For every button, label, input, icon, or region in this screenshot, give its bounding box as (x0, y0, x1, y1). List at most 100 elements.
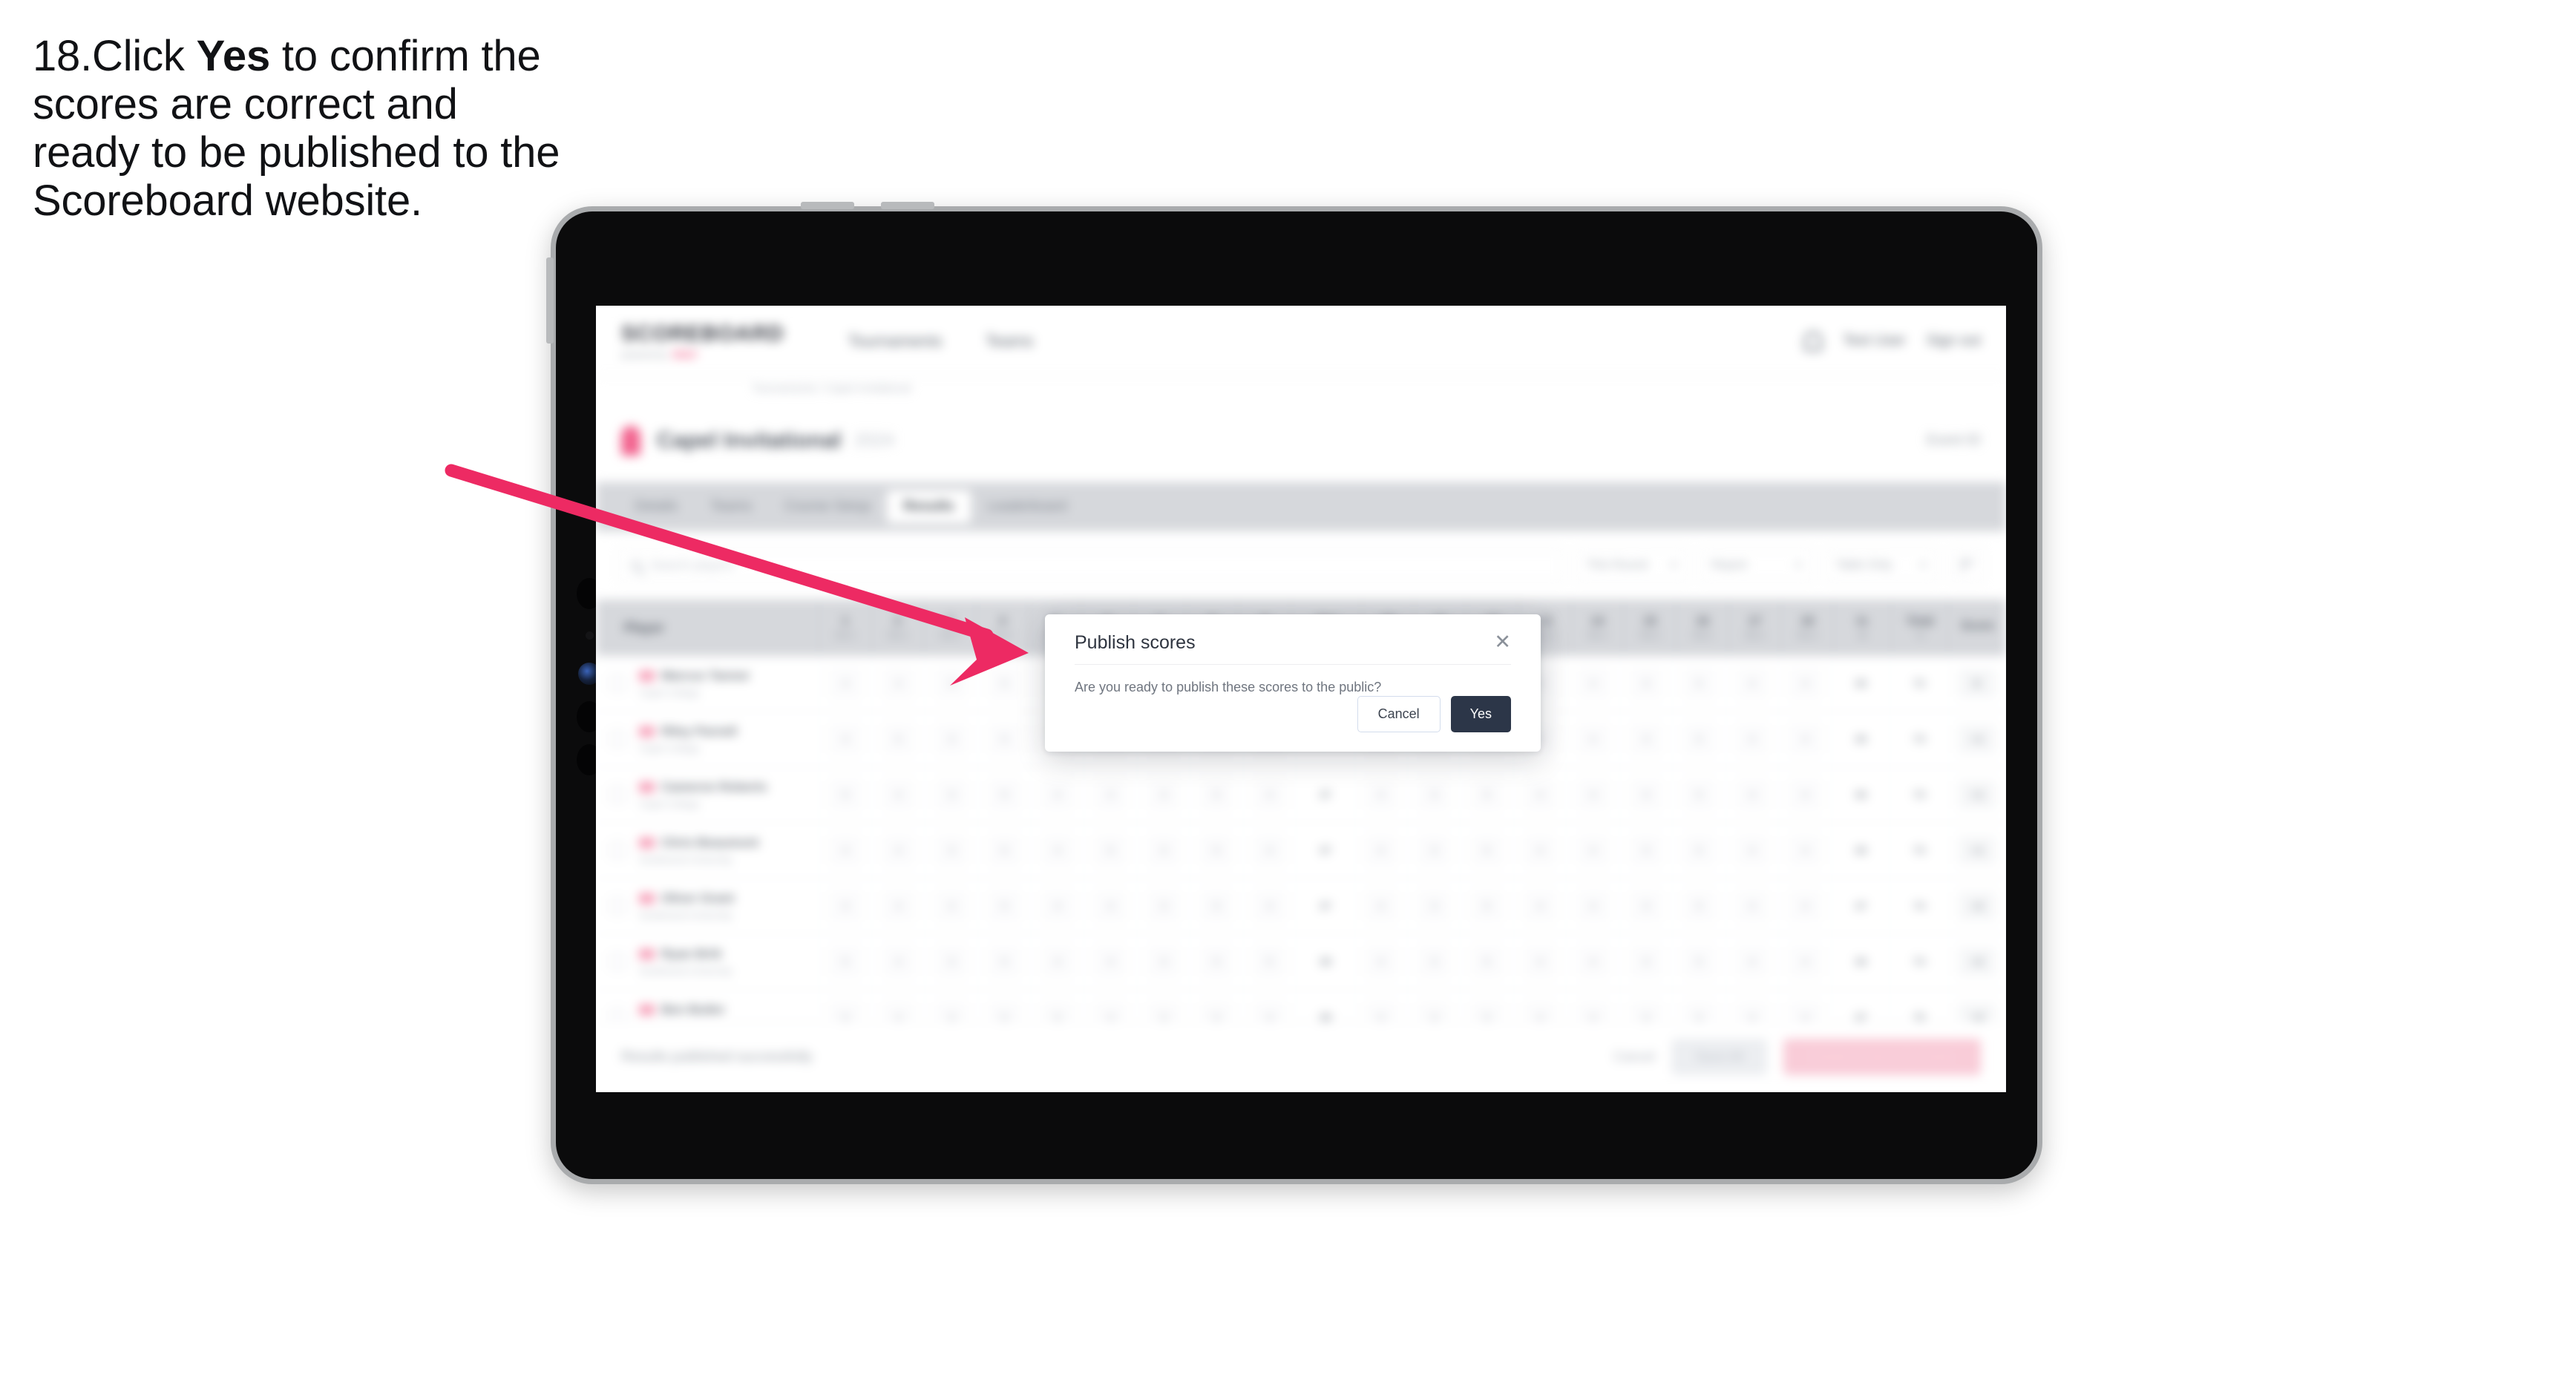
user-label[interactable]: Test User (1843, 332, 1905, 349)
score-cell-in[interactable]: 36 (1831, 823, 1890, 878)
volume-down-button[interactable] (881, 202, 934, 209)
volume-up-button[interactable] (801, 202, 854, 209)
score-cell-in[interactable]: 37 (1831, 878, 1890, 933)
score-cell-hole-12[interactable]: 5 (1460, 767, 1513, 822)
score-cell-hole-14[interactable]: 4 (1566, 878, 1619, 933)
score-cell-hole-13[interactable]: 4 (1513, 934, 1566, 989)
score-cell-total[interactable]: 72 (1890, 656, 1947, 711)
score-cell-hole-15[interactable]: 3 (1619, 712, 1672, 766)
table-row[interactable]: Oliver Grant Southwood University 4 4 4 5 4 4 3 5… (596, 878, 2006, 934)
score-cell-hole-10[interactable]: 4 (1354, 934, 1407, 989)
score-cell-hole-16[interactable]: 5 (1672, 712, 1725, 766)
score-cell-hole-17[interactable]: 4 (1725, 767, 1778, 822)
score-cell-hole-2[interactable]: 5 (871, 712, 924, 766)
score-cell-score[interactable]: +2 (1947, 934, 2006, 989)
row-checkbox-cell[interactable] (596, 767, 639, 822)
score-cell-hole-18[interactable]: 4 (1778, 656, 1831, 711)
score-cell-hole-9[interactable]: 5 (1242, 934, 1296, 989)
row-checkbox[interactable] (609, 897, 626, 915)
row-checkbox[interactable] (609, 730, 626, 748)
score-cell-hole-3[interactable]: 4 (924, 878, 977, 933)
tab-leaderboard[interactable]: Leaderboard (971, 490, 1084, 523)
column-header-hole-17[interactable]: 17 Par 4 (1728, 600, 1781, 656)
tab-results[interactable]: Results (887, 490, 971, 523)
score-cell-hole-12[interactable]: 5 (1460, 878, 1513, 933)
score-cell-score[interactable]: E (1947, 656, 2006, 711)
score-cell-hole-2[interactable]: 4 (871, 767, 924, 822)
view-dropdown[interactable]: Table Only (1825, 548, 1938, 583)
score-cell-hole-11[interactable]: 3 (1407, 767, 1460, 822)
brand-logo[interactable]: SCOREBOARD powered by GOLF (621, 322, 784, 360)
score-cell-hole-17[interactable]: 4 (1725, 712, 1778, 766)
score-cell-hole-14[interactable]: 4 (1566, 823, 1619, 878)
nav-item-tournaments[interactable]: Tournaments (848, 332, 942, 351)
column-header-hole-18[interactable]: 18 Par 4 (1780, 600, 1833, 656)
score-cell-hole-3[interactable]: 3 (924, 823, 977, 878)
score-cell-hole-5[interactable]: 4 (1030, 823, 1084, 878)
score-cell-hole-13[interactable]: 4 (1513, 878, 1566, 933)
score-cell-in[interactable]: 36 (1831, 934, 1890, 989)
column-header-hole-15[interactable]: 15 Par 3 (1623, 600, 1676, 656)
score-cell-hole-4[interactable]: 5 (977, 878, 1030, 933)
score-cell-out[interactable]: 37 (1296, 878, 1354, 933)
column-header-hole-4[interactable]: 4 Par 5 (976, 600, 1029, 656)
tab-details[interactable]: Details (618, 490, 694, 523)
score-cell-hole-8[interactable]: 5 (1190, 934, 1242, 989)
nav-item-teams[interactable]: Teams (986, 332, 1034, 351)
score-cell-hole-2[interactable]: 4 (871, 934, 924, 989)
row-checkbox-cell[interactable] (596, 712, 639, 766)
power-button[interactable] (546, 257, 554, 344)
row-checkbox[interactable] (609, 953, 626, 970)
filter-button[interactable] (1950, 548, 1984, 583)
score-cell-hole-17[interactable]: 4 (1725, 934, 1778, 989)
score-cell-hole-10[interactable]: 4 (1354, 767, 1407, 822)
score-cell-hole-13[interactable]: 4 (1513, 767, 1566, 822)
score-cell-hole-2[interactable]: 4 (871, 656, 924, 711)
score-cell-hole-11[interactable]: 3 (1407, 823, 1460, 878)
column-header-hole-14[interactable]: 14 Par 4 (1570, 600, 1624, 656)
score-cell-hole-8[interactable]: 5 (1190, 767, 1242, 822)
score-cell-hole-7[interactable]: 3 (1136, 934, 1190, 989)
row-checkbox-cell[interactable] (596, 934, 639, 989)
score-cell-hole-14[interactable]: 4 (1566, 934, 1619, 989)
row-checkbox-cell[interactable] (596, 823, 639, 878)
score-cell-hole-5[interactable]: 4 (1030, 934, 1084, 989)
score-cell-hole-4[interactable]: 5 (977, 934, 1030, 989)
score-cell-hole-17[interactable]: 4 (1725, 878, 1778, 933)
score-cell-hole-3[interactable]: 3 (924, 712, 977, 766)
score-cell-hole-6[interactable]: 4 (1084, 767, 1136, 822)
footer-save-button[interactable]: Save All (1671, 1039, 1768, 1075)
search-input[interactable]: Search players (618, 548, 1564, 583)
signout-link[interactable]: Sign out (1927, 332, 1981, 349)
score-cell-hole-11[interactable]: 3 (1407, 934, 1460, 989)
score-cell-in[interactable]: 36 (1831, 767, 1890, 822)
score-cell-hole-18[interactable]: 4 (1778, 823, 1831, 878)
score-cell-hole-15[interactable]: 3 (1619, 767, 1672, 822)
score-cell-score[interactable]: +1 (1947, 767, 2006, 822)
score-cell-hole-7[interactable]: 3 (1136, 823, 1190, 878)
score-cell-hole-3[interactable]: 3 (924, 934, 977, 989)
footer-cancel-button[interactable]: Cancel (1613, 1049, 1655, 1065)
score-cell-hole-6[interactable]: 5 (1084, 823, 1136, 878)
score-cell-hole-12[interactable]: 5 (1460, 823, 1513, 878)
close-icon[interactable]: ✕ (1494, 632, 1511, 652)
score-cell-total[interactable]: 73 (1890, 712, 1947, 766)
yes-button[interactable]: Yes (1450, 696, 1511, 732)
score-cell-hole-3[interactable]: 3 (924, 656, 977, 711)
column-header-score[interactable]: Score (1948, 600, 2006, 656)
score-cell-hole-4[interactable]: 5 (977, 656, 1030, 711)
score-cell-hole-18[interactable]: 4 (1778, 878, 1831, 933)
score-cell-total[interactable]: 74 (1890, 878, 1947, 933)
score-cell-total[interactable]: 73 (1890, 767, 1947, 822)
score-cell-hole-7[interactable]: 3 (1136, 878, 1190, 933)
row-checkbox[interactable] (609, 674, 626, 692)
column-header-hole-1[interactable]: 1 Par 4 (819, 600, 871, 656)
score-cell-hole-17[interactable]: 4 (1725, 656, 1778, 711)
score-cell-hole-1[interactable]: 4 (819, 712, 871, 766)
score-cell-hole-1[interactable]: 4 (819, 823, 871, 878)
score-cell-hole-3[interactable]: 3 (924, 767, 977, 822)
score-cell-hole-10[interactable]: 4 (1354, 823, 1407, 878)
footer-publish-button[interactable]: Publish Scores To Public (1783, 1039, 1981, 1075)
score-cell-hole-12[interactable]: 5 (1460, 934, 1513, 989)
score-cell-hole-5[interactable]: 4 (1030, 878, 1084, 933)
